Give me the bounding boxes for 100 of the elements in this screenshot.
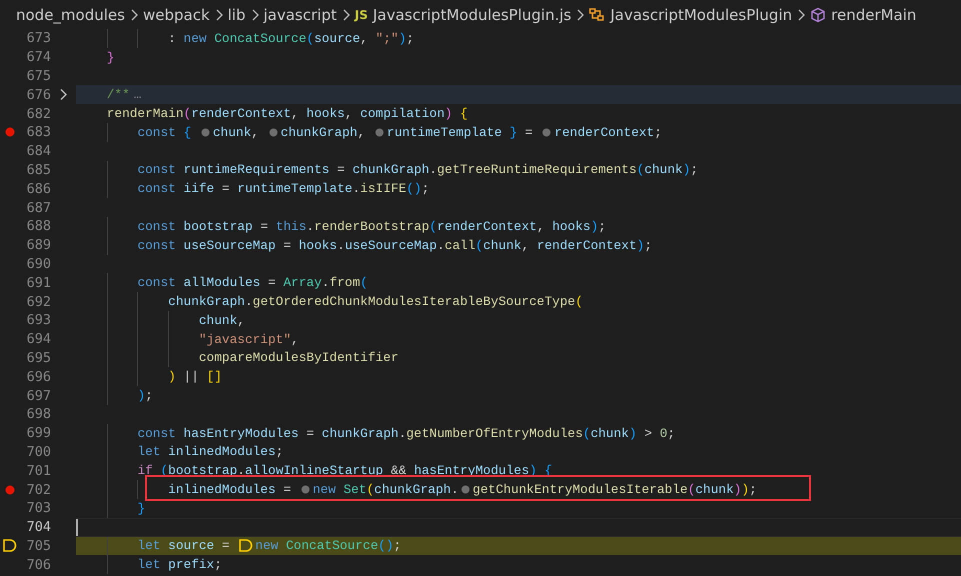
code-token: = (266, 275, 277, 290)
code-token: chunk (483, 238, 522, 253)
code-token: let (137, 538, 162, 554)
code-token: const (137, 162, 177, 178)
code-token: , (291, 106, 300, 122)
breadcrumb-item[interactable]: javascript (264, 6, 337, 24)
line-number: 689 (26, 237, 51, 254)
line-number: 704 (26, 519, 51, 536)
code-token: getTreeRuntimeRequirements (436, 162, 637, 178)
code-token: ( (360, 275, 368, 290)
line-number: 691 (26, 274, 51, 291)
code-token: hasEntryModules (184, 426, 299, 441)
code-token: chunkGraph (322, 426, 399, 441)
code-token: Set (343, 482, 366, 498)
stop-icon (239, 539, 254, 552)
code-token: = (220, 181, 231, 196)
code-token: compilation (360, 106, 445, 122)
line-number: 690 (26, 256, 51, 272)
chevron-icon (340, 8, 351, 22)
code-token: chunk (198, 312, 238, 328)
code-token: ; (145, 388, 153, 404)
breadcrumb-item[interactable]: webpack (142, 6, 210, 24)
code-token: source (168, 538, 214, 554)
line-number: 703 (26, 500, 51, 516)
chevron-icon (250, 8, 260, 22)
code-token: const (137, 238, 177, 253)
chevron-icon[interactable] (59, 88, 68, 102)
code-token: hasEntryModules (414, 463, 530, 478)
breadcrumb-item[interactable]: renderMain (831, 6, 916, 24)
code-token: ; (667, 426, 676, 441)
breadcrumb-item[interactable]: JavascriptModulesPlugin (610, 6, 792, 24)
line-number: 694 (26, 331, 51, 348)
code-token: bootstrap (184, 218, 253, 234)
breadcrumb-item[interactable]: node_modules (16, 6, 125, 24)
code-token: renderContext (436, 218, 537, 234)
code-token: chunk (590, 426, 629, 441)
code-token: ) (636, 238, 644, 253)
code-token: useSourceMap (184, 238, 276, 253)
code-token: ";" (376, 30, 399, 46)
code-token: renderContext (191, 106, 292, 122)
code-token: iife (184, 181, 214, 196)
code-token: ) (628, 426, 637, 441)
code-token: = (336, 162, 346, 178)
line-number: 693 (26, 312, 51, 328)
code-token: ( (306, 30, 314, 46)
line-number: 695 (26, 350, 51, 366)
indent-guide (137, 29, 138, 48)
code-token: ; (214, 557, 222, 572)
code-token: ( (429, 218, 437, 234)
chevron-icon (214, 8, 224, 22)
breadcrumb-item[interactable]: JavascriptModulesPlugin.js (372, 6, 572, 24)
code-token: , (344, 106, 354, 122)
inline-breakpoint-icon (300, 485, 310, 494)
code-token: ) (168, 369, 176, 384)
code-token: const (137, 181, 177, 196)
code-token: new (255, 538, 280, 554)
inline-breakpoint-icon (268, 128, 278, 137)
code-token: compareModulesByIdentifier (198, 350, 399, 366)
line-number: 706 (26, 556, 51, 573)
code-token: chunkGraph (280, 124, 358, 140)
code-token: ; (406, 30, 414, 46)
line-number: 674 (26, 49, 51, 66)
code-token: , (536, 218, 546, 234)
code-token: () (378, 538, 394, 554)
line-number: 702 (26, 482, 51, 498)
code-token: ; (276, 444, 284, 460)
code-token: () (406, 181, 422, 196)
line-number: 687 (26, 200, 51, 216)
code-token: ; (422, 181, 430, 196)
code-token: . (237, 463, 245, 478)
line-number: 673 (26, 30, 51, 46)
code-token: ) (398, 30, 406, 46)
code-comment: /** (106, 87, 130, 102)
line-number: 700 (26, 444, 51, 460)
line-number: 698 (26, 406, 51, 422)
code-token: . (244, 294, 253, 310)
line-number: 688 (26, 218, 51, 234)
line-number: 684 (26, 143, 51, 160)
code-token: ) (137, 388, 146, 404)
code-token: const (137, 426, 177, 441)
code-token: inlinedModules (168, 482, 276, 498)
code-token: chunkGraph (374, 482, 451, 498)
code-token: ( (366, 482, 374, 498)
chevron-icon (128, 8, 139, 22)
indent-guide (137, 480, 138, 499)
code-token: renderContext (554, 124, 654, 140)
breadcrumb-item[interactable]: lib (228, 6, 246, 24)
code-token: , (237, 312, 245, 328)
chevron-icon (575, 8, 586, 22)
code-token: ; (654, 124, 662, 140)
code-token: > (643, 426, 654, 441)
code-token: bootstrap (168, 463, 238, 478)
code-token: chunk (212, 124, 252, 140)
code-token: renderMain (106, 106, 184, 122)
folded-region[interactable]: /** … (76, 85, 961, 104)
code-token: inlinedModules (168, 444, 276, 460)
line-number: 686 (26, 180, 51, 197)
code-token: ( (688, 482, 696, 498)
code-token: call (444, 238, 476, 253)
code-token: chunk (695, 482, 734, 498)
